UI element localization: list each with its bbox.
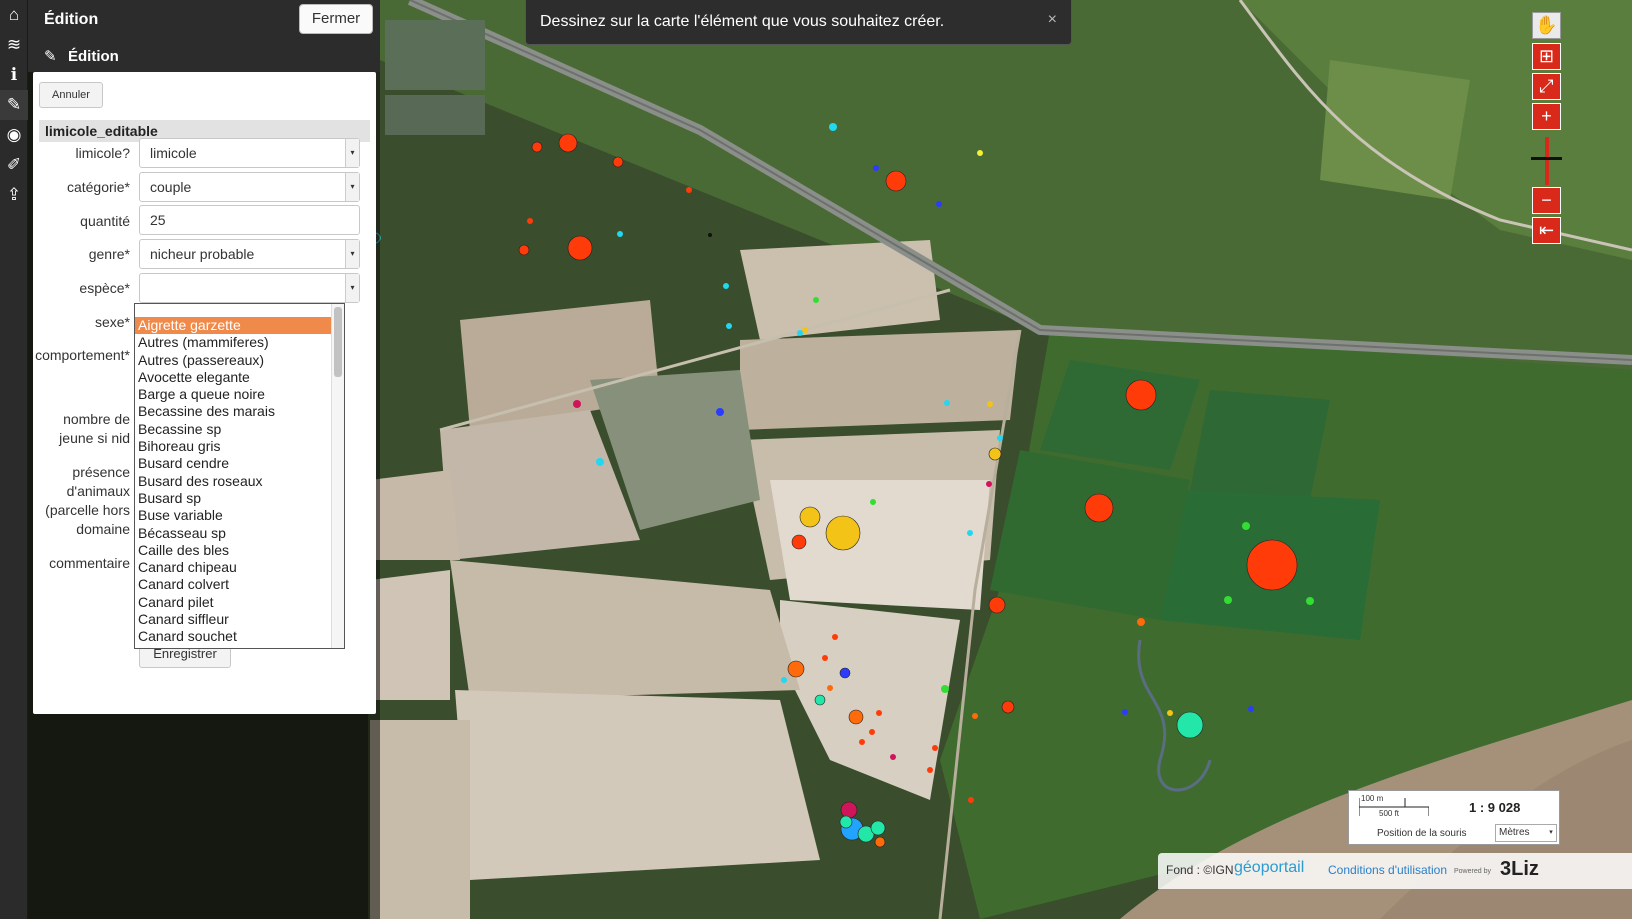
dropdown-option[interactable]: Bécasseau sp [135,525,331,542]
genre-select[interactable]: nicheur probable ▾ [139,239,360,269]
share-icon[interactable]: ⇪ [0,180,28,210]
conditions-link[interactable]: Conditions d'utilisation [1328,863,1447,877]
espece-dropdown[interactable]: Aigrette garzette Autres (mammiferes) Autr… [134,303,345,649]
pan-icon[interactable]: ✋ [1532,12,1561,39]
zoom-extent-icon[interactable]: ⤢ [1532,73,1561,100]
dropdown-option[interactable]: Canard souchet [135,628,331,645]
presence-label-2: d'animaux [66,483,130,499]
zoom-box-icon[interactable]: ⊞ [1532,43,1561,70]
dropdown-option[interactable]: Autres (mammiferes) [135,334,331,351]
espece-select[interactable]: ▾ [139,273,360,303]
dropdown-option[interactable]: Avocette elegante [135,369,331,386]
dropdown-option[interactable]: Canard colvert [135,576,331,593]
chevron-down-icon: ▾ [345,274,359,302]
presence-label-4: domaine [76,521,130,537]
presence-label-1: présence [72,464,130,480]
categorie-value: couple [150,179,192,195]
edit-icon: ✎ [44,48,57,65]
dropdown-scrollbar[interactable] [331,304,344,648]
dropdown-option[interactable]: Aigrette garzette [135,317,331,335]
attribution: Fond : ©IGN géoportail Conditions d'util… [1158,853,1632,889]
close-icon[interactable]: × [1048,11,1057,29]
chevron-down-icon: ▾ [1549,829,1553,836]
quantite-label: quantité [80,213,130,229]
limicole-label: limicole? [75,145,130,161]
3liz-logo[interactable]: 3Liz [1500,858,1539,881]
home-icon[interactable]: ⌂ [0,0,28,30]
dropdown-option[interactable]: Bihoreau gris [135,438,331,455]
quantite-input[interactable]: 25 [139,205,360,235]
categorie-label: catégorie* [66,179,130,195]
layers-icon[interactable]: ≋ [0,30,28,60]
chevron-down-icon: ▾ [345,240,359,268]
sexe-label: sexe* [94,314,130,330]
close-button[interactable]: Fermer [299,4,373,34]
zoom-out-icon[interactable]: − [1532,187,1561,214]
nombre-jeune-label-1: nombre de [63,411,130,427]
scale-box: 100 m 500 ft 1 : 9 028 Position de la so… [1348,790,1560,845]
zoom-slider[interactable] [1545,137,1549,185]
panel-header: Édition Fermer [28,0,380,40]
limicole-select[interactable]: limicole ▾ [139,138,360,168]
chevron-down-icon: ▾ [345,173,359,201]
limicole-value: limicole [150,145,197,161]
previous-view-icon[interactable]: ⇤ [1532,217,1561,244]
units-value: Mètres [1499,827,1530,838]
info-icon[interactable]: ℹ [0,60,28,90]
scrollbar-thumb[interactable] [334,307,342,377]
dropdown-option[interactable]: Busard cendre [135,455,331,472]
geoportail-logo[interactable]: géoportail [1234,859,1304,877]
attribution-fond: Fond : ©IGN [1166,863,1234,877]
scale-metric: 100 m [1361,794,1384,803]
dropdown-option[interactable]: Autres (passereaux) [135,352,331,369]
genre-value: nicheur probable [150,246,255,262]
presence-label-3: (parcelle hors [45,502,130,518]
dropdown-option[interactable]: Becassine sp [135,421,331,438]
mouse-position-label: Position de la souris [1377,828,1467,839]
comportement-label: comportement* [35,347,130,363]
scale-imperial: 500 ft [1379,809,1400,818]
dropdown-option[interactable]: Canard chipeau [135,559,331,576]
powered-by-label: Powered by [1454,868,1491,875]
categorie-select[interactable]: couple ▾ [139,172,360,202]
genre-label: genre* [88,246,130,262]
dropdown-option[interactable]: Caille des bles [135,542,331,559]
commentaire-label: commentaire [49,555,130,571]
zoom-slider-handle[interactable] [1531,157,1562,160]
cancel-button[interactable]: Annuler [39,82,103,108]
draw-icon[interactable]: ✐ [0,150,28,180]
panel-subtitle: Édition [68,48,119,65]
dropdown-option[interactable]: Busard des roseaux [135,473,331,490]
dropdown-option[interactable]: Canard pilet [135,594,331,611]
chevron-down-icon: ▾ [345,139,359,167]
espece-label: espèce* [79,280,130,296]
mini-dock: ⌂ ≋ ℹ ✎ ◉ ✐ ⇪ [0,0,28,919]
notification: Dessinez sur la carte l'élément que vous… [525,0,1072,45]
notification-text: Dessinez sur la carte l'élément que vous… [540,13,945,30]
panel-title: Édition [44,11,99,28]
dropdown-option[interactable]: Barge a queue noire [135,386,331,403]
nombre-jeune-label-2: jeune si nid [59,430,130,446]
dropdown-option[interactable]: Canard siffleur [135,611,331,628]
dropdown-option[interactable]: Buse variable [135,507,331,524]
locate-icon[interactable]: ◉ [0,120,28,150]
edit-icon[interactable]: ✎ [0,90,28,120]
dropdown-list: Aigrette garzette Autres (mammiferes) Autr… [135,317,331,646]
zoom-in-icon[interactable]: + [1532,103,1561,130]
dropdown-option[interactable]: Becassine des marais [135,403,331,420]
dropdown-option[interactable]: Busard sp [135,490,331,507]
units-select[interactable]: Mètres ▾ [1495,824,1557,842]
scale-ratio: 1 : 9 028 [1469,800,1521,815]
panel-subheader: ✎ Édition [28,40,380,72]
